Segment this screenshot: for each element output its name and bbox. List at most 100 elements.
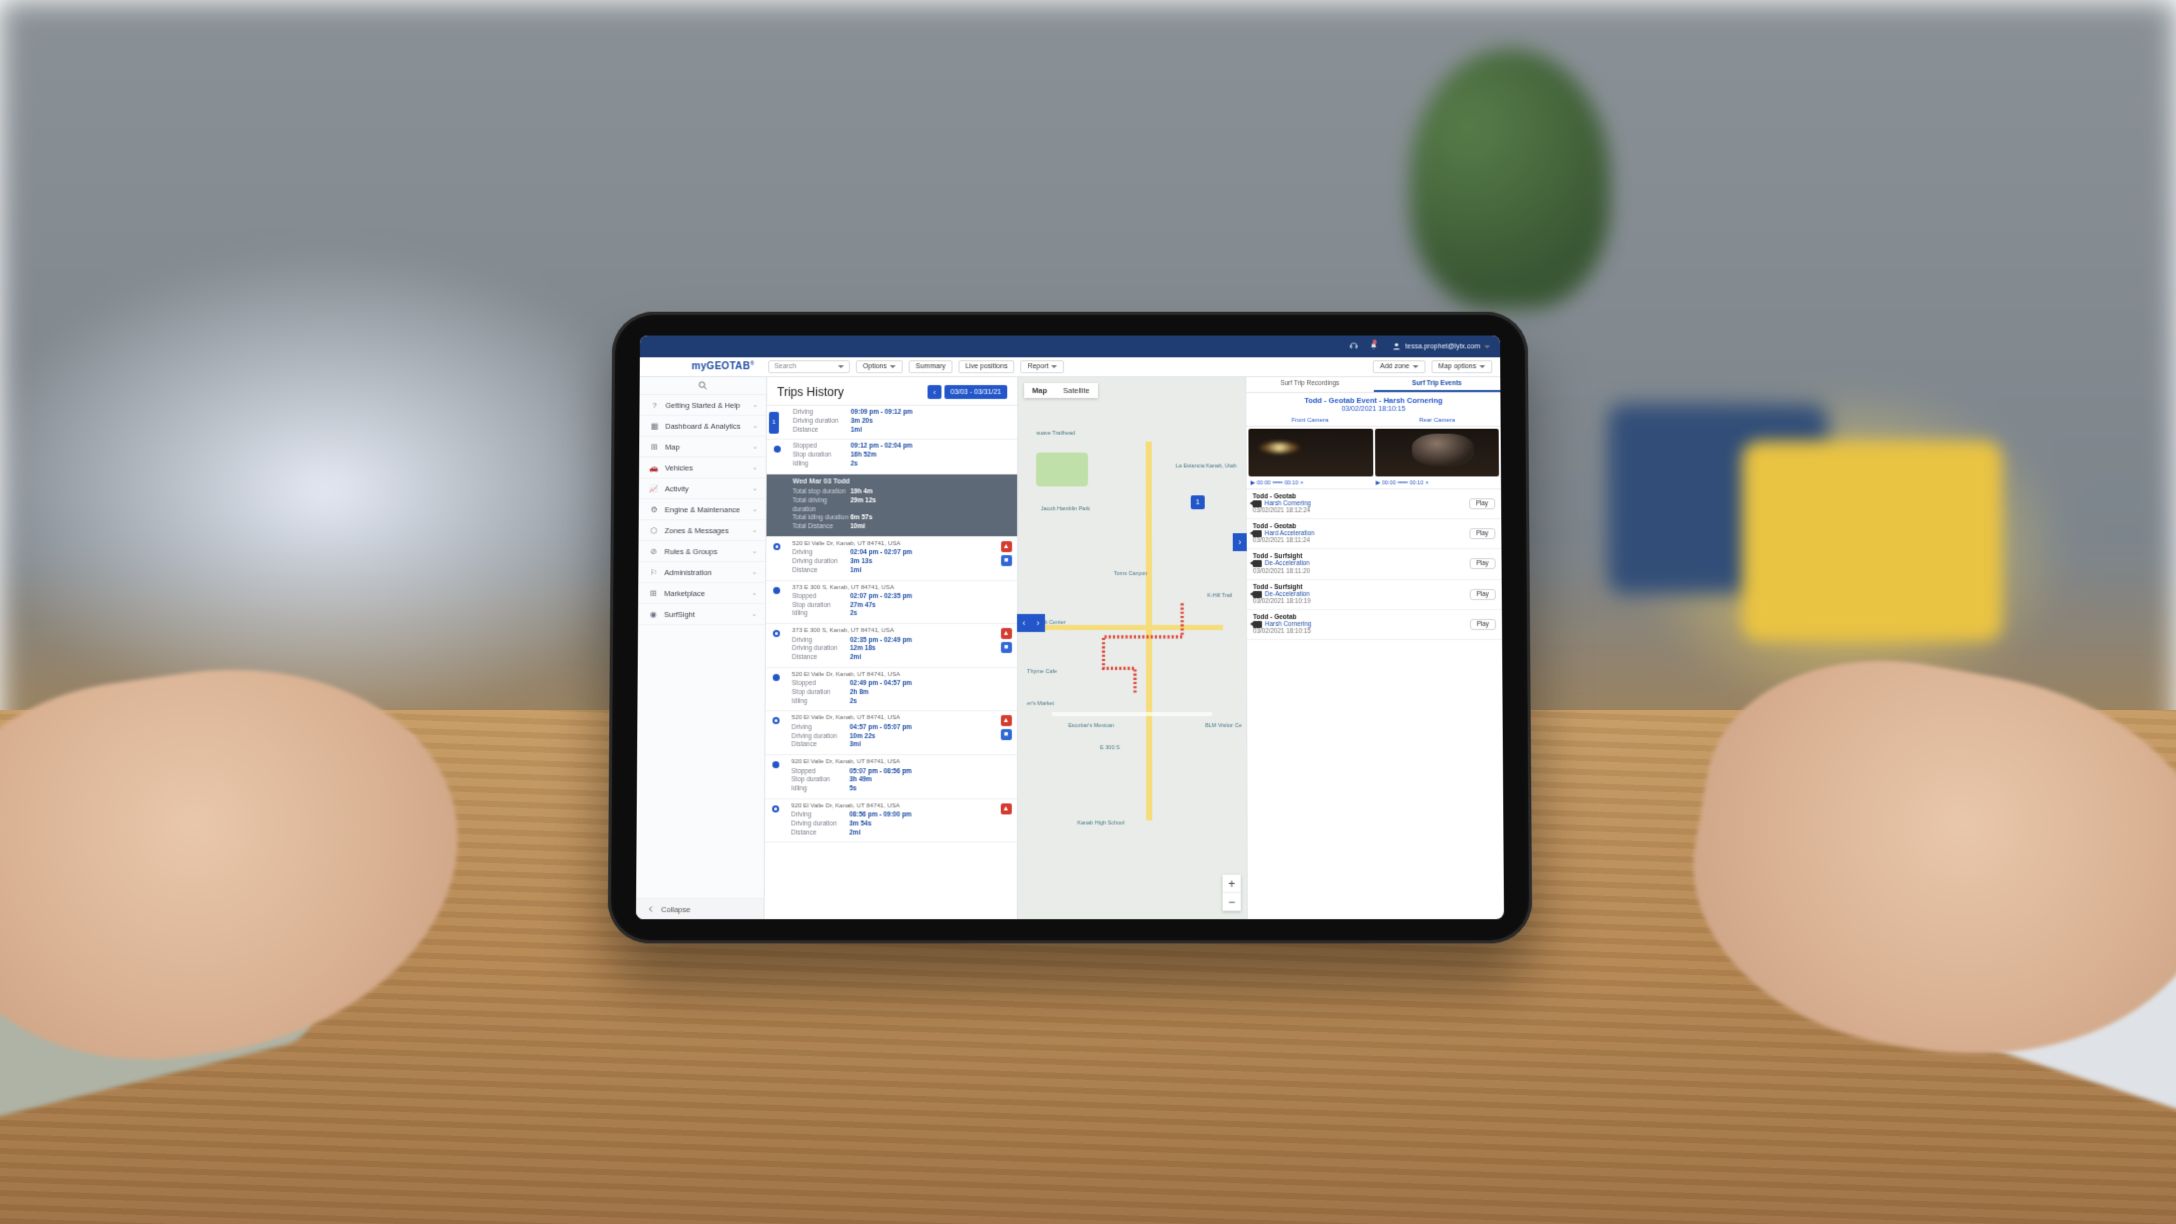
add-zone-button[interactable]: Add zone (1373, 360, 1425, 373)
zoom-control[interactable]: + − (1223, 875, 1241, 911)
chevron-down-icon: ⌄ (751, 589, 757, 597)
date-range-button[interactable]: 03/03 - 03/31/21 (944, 385, 1007, 399)
event-time: 03/02/2021 18:10:15 (1246, 406, 1500, 416)
rear-camera-label: Rear Camera (1373, 416, 1500, 426)
sidebar-item-gear[interactable]: ⚙Engine & Maintenance⌄ (639, 499, 766, 520)
trip-row[interactable]: Stopped09:12 pm - 02:04 pmStop duration1… (767, 440, 1017, 474)
map-pane-right-button[interactable]: › (1031, 614, 1045, 632)
map-type-tabs[interactable]: Map Satellite (1024, 383, 1097, 398)
trip-row[interactable]: 520 El Valle Dr, Kanab, UT 84741, USADri… (766, 537, 1017, 581)
sidebar-item-help[interactable]: ?Getting Started & Help⌄ (639, 395, 766, 416)
map-panel[interactable]: suave Trailhead Jacob Hamblin Park La Es… (1018, 377, 1247, 919)
map-pane-left-button[interactable]: ‹ (1017, 614, 1031, 632)
search-input[interactable]: Search (768, 360, 850, 373)
rear-camera-video[interactable] (1375, 429, 1499, 477)
sidebar-item-car[interactable]: 🚗Vehicles⌄ (639, 458, 766, 479)
video-controls[interactable]: ▶ 00:00 ━━━ 00:10 × ▶ 00:00 ━━━ 00:10 × (1247, 478, 1501, 489)
summary-button[interactable]: Summary (909, 360, 953, 373)
sidebar-item-rules[interactable]: ⊘Rules & Groups⌄ (638, 541, 765, 562)
front-camera-video[interactable] (1248, 429, 1372, 477)
camera-icon (1253, 560, 1262, 567)
trip-row[interactable]: 920 El Valle Dr, Kanab, UT 84741, USASto… (765, 755, 1017, 799)
chevron-down-icon: ⌄ (751, 547, 757, 555)
chevron-down-icon: ⌄ (752, 464, 758, 472)
zone-icon: ⬡ (649, 525, 659, 535)
trip-row[interactable]: 520 El Valle Dr, Kanab, UT 84741, USADri… (765, 712, 1017, 756)
options-button[interactable]: Options (856, 360, 903, 373)
user-menu[interactable]: tessa.prophet@lytx.com (1391, 341, 1490, 351)
sidebar-item-zone[interactable]: ⬡Zones & Messages⌄ (639, 520, 766, 541)
sidebar-item-map[interactable]: ⊞Map⌄ (639, 437, 766, 458)
chevron-down-icon: ⌄ (752, 401, 758, 409)
alert-icon[interactable]: ▲ (1000, 803, 1011, 814)
alert-icon[interactable]: ■ (1000, 730, 1011, 741)
trip-row[interactable]: 920 El Valle Dr, Kanab, UT 84741, USADri… (765, 799, 1017, 843)
toolbar: myGEOTAB® Search Options Summary Live po… (640, 357, 1501, 377)
bell-icon[interactable] (1369, 340, 1381, 352)
sidebar-item-admin[interactable]: ⚐Administration⌄ (638, 562, 765, 583)
chevron-down-icon: ⌄ (752, 526, 758, 534)
alert-icon[interactable]: ▲ (1000, 628, 1011, 639)
event-row[interactable]: Todd - SurfsightDe-Acceleration03/02/202… (1247, 549, 1502, 579)
play-button[interactable]: Play (1469, 559, 1495, 570)
alert-icon[interactable]: ▲ (1000, 716, 1011, 727)
event-title: Todd - Geotab Event - Harsh Cornering (1246, 393, 1500, 406)
map-canvas[interactable]: suave Trailhead Jacob Hamblin Park La Es… (1018, 377, 1247, 919)
trip-row[interactable]: Wed Mar 03 ToddTotal stop duration19h 4m… (766, 474, 1017, 537)
alert-icon[interactable]: ■ (1000, 642, 1011, 653)
events-panel: Surf Trip Recordings Surf Trip Events To… (1245, 377, 1504, 919)
event-row[interactable]: Todd - SurfsightDe-Acceleration03/02/202… (1247, 580, 1502, 610)
trip-list[interactable]: 1Driving09:09 pm - 09:12 pmDriving durat… (765, 405, 1018, 919)
event-row[interactable]: Todd - GeotabHard Acceleration03/02/2021… (1247, 519, 1502, 549)
play-button[interactable]: Play (1470, 619, 1496, 630)
sidebar-search[interactable] (640, 377, 767, 395)
trip-row[interactable]: 1Driving09:09 pm - 09:12 pmDriving durat… (767, 406, 1017, 440)
admin-icon: ⚐ (648, 567, 658, 577)
alert-icon[interactable]: ▲ (1001, 541, 1012, 552)
event-row[interactable]: Todd - GeotabHarsh Cornering03/02/2021 1… (1247, 489, 1502, 519)
trip-row[interactable]: 373 E 300 S, Kanab, UT 84741, USADriving… (766, 624, 1017, 668)
prev-date-button[interactable]: ‹ (928, 385, 942, 399)
sidebar-item-label: SurfSight (664, 610, 695, 619)
sidebar-item-label: Map (665, 442, 680, 451)
sidebar-item-dash[interactable]: ▦Dashboard & Analytics⌄ (639, 416, 766, 437)
chevron-left-icon (646, 904, 656, 914)
zoom-out-button[interactable]: − (1223, 893, 1241, 911)
play-button[interactable]: Play (1469, 528, 1495, 539)
map-marker[interactable]: 1 (1191, 496, 1205, 510)
play-button[interactable]: Play (1470, 589, 1496, 600)
live-positions-button[interactable]: Live positions (958, 360, 1014, 373)
sidebar-item-radio[interactable]: ◉SurfSight⌄ (638, 604, 765, 625)
camera-icon (1253, 621, 1262, 628)
dash-icon: ▦ (649, 421, 659, 431)
sidebar-item-activity[interactable]: 📈Activity⌄ (639, 478, 766, 499)
camera-icon (1253, 530, 1262, 537)
logo: myGEOTAB® (692, 361, 755, 372)
trip-row[interactable]: 520 El Valle Dr, Kanab, UT 84741, USASto… (766, 668, 1017, 712)
zoom-in-button[interactable]: + (1223, 875, 1241, 893)
page-title: Trips History (777, 385, 844, 399)
map-side-button[interactable]: › (1233, 533, 1247, 551)
chevron-down-icon: ⌄ (752, 422, 758, 430)
chevron-down-icon (1484, 345, 1490, 348)
tab-satellite[interactable]: Satellite (1055, 383, 1098, 398)
sidebar-item-label: Vehicles (665, 463, 693, 472)
map-options-button[interactable]: Map options (1431, 360, 1492, 373)
sidebar-item-market[interactable]: ⊞Marketplace⌄ (638, 583, 765, 604)
play-button[interactable]: Play (1469, 498, 1495, 509)
sidebar-item-label: Engine & Maintenance (665, 505, 740, 514)
event-row[interactable]: Todd - GeotabHarsh Cornering03/02/2021 1… (1247, 610, 1502, 640)
collapse-button[interactable]: Collapse (636, 898, 764, 919)
tab-map[interactable]: Map (1024, 383, 1055, 398)
app-screen: tessa.prophet@lytx.com myGEOTAB® Search … (636, 336, 1504, 920)
tab-recordings[interactable]: Surf Trip Recordings (1246, 377, 1373, 392)
headset-icon[interactable] (1348, 340, 1360, 352)
tab-events[interactable]: Surf Trip Events (1373, 377, 1500, 392)
chevron-down-icon: ⌄ (752, 443, 758, 451)
alert-icon[interactable]: ■ (1001, 555, 1012, 566)
report-button[interactable]: Report (1021, 360, 1065, 373)
user-email: tessa.prophet@lytx.com (1405, 343, 1480, 350)
sidebar-item-label: Getting Started & Help (665, 400, 740, 409)
market-icon: ⊞ (648, 588, 658, 598)
trip-row[interactable]: 373 E 300 S, Kanab, UT 84741, USAStopped… (766, 581, 1017, 625)
